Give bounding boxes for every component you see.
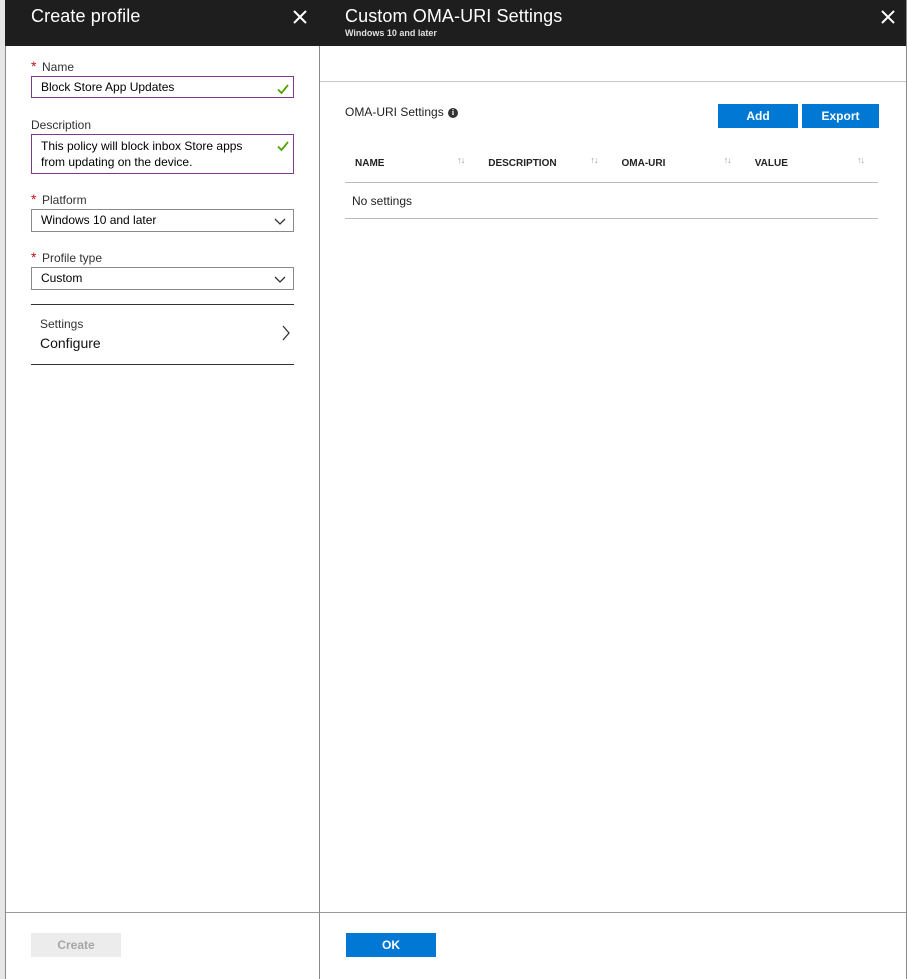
platform-dropdown[interactable]: Windows 10 and later <box>31 209 294 232</box>
column-header-description[interactable]: DESCRIPTION ↑↓ <box>478 144 612 183</box>
name-field-value: Block Store App Updates <box>41 80 175 94</box>
required-marker: * <box>31 249 37 265</box>
create-profile-blade: Create profile * Name Block Store App Up… <box>5 0 320 979</box>
profile-type-value: Custom <box>41 271 83 285</box>
oma-uri-header: Custom OMA-URI Settings Windows 10 and l… <box>320 0 906 46</box>
footer-divider <box>6 912 319 913</box>
command-bar-divider <box>320 81 906 82</box>
required-marker: * <box>31 58 37 74</box>
sort-icon[interactable]: ↑↓ <box>724 155 732 165</box>
description-line-1: This policy will block inbox Store apps <box>41 139 243 153</box>
checkmark-icon <box>277 140 289 152</box>
export-button[interactable]: Export <box>802 104 879 128</box>
settings-label: Settings <box>40 317 84 331</box>
column-header-oma-uri[interactable]: OMA-URI ↑↓ <box>611 144 745 183</box>
close-icon[interactable] <box>289 6 311 28</box>
settings-configure-row[interactable]: Settings Configure <box>31 304 294 365</box>
blade-title: Custom OMA-URI Settings <box>345 6 563 26</box>
chevron-down-icon <box>273 272 287 284</box>
description-field[interactable]: This policy will block inbox Store apps … <box>31 134 294 174</box>
description-label: Description <box>31 118 92 132</box>
create-button[interactable]: Create <box>31 933 121 957</box>
sort-icon[interactable]: ↑↓ <box>857 155 865 165</box>
platform-label: Platform <box>42 193 87 207</box>
table-header-row: NAME ↑↓ DESCRIPTION ↑↓ OMA-URI ↑↓ VALUE ↑↓ <box>345 144 878 183</box>
profile-type-label: Profile type <box>42 251 103 265</box>
platform-value: Windows 10 and later <box>41 213 157 227</box>
info-icon[interactable]: i <box>448 108 458 118</box>
add-button[interactable]: Add <box>718 104 798 128</box>
empty-state-text: No settings <box>345 182 878 219</box>
blade-title: Create profile <box>31 6 141 26</box>
ok-button[interactable]: OK <box>346 933 436 957</box>
sort-icon[interactable]: ↑↓ <box>457 155 465 165</box>
chevron-right-icon <box>280 323 292 343</box>
custom-oma-uri-blade: Custom OMA-URI Settings Windows 10 and l… <box>320 0 907 979</box>
column-header-value[interactable]: VALUE ↑↓ <box>744 144 878 183</box>
required-marker: * <box>31 191 37 207</box>
create-profile-header: Create profile <box>5 0 320 46</box>
settings-value: Configure <box>40 335 101 351</box>
checkmark-icon <box>277 81 289 95</box>
chevron-down-icon <box>273 214 287 226</box>
oma-uri-settings-table: NAME ↑↓ DESCRIPTION ↑↓ OMA-URI ↑↓ VALUE ↑↓ N… <box>345 144 878 219</box>
name-field[interactable]: Block Store App Updates <box>31 76 294 98</box>
table-row: No settings <box>345 182 878 219</box>
name-label: Name <box>42 60 75 74</box>
column-header-name[interactable]: NAME ↑↓ <box>345 144 479 183</box>
close-icon[interactable] <box>877 6 899 28</box>
section-title: OMA-URI Settings <box>345 105 444 119</box>
blade-subtitle: Windows 10 and later <box>345 28 437 38</box>
sort-icon[interactable]: ↑↓ <box>591 155 599 165</box>
description-line-2: from updating on the device. <box>41 155 193 169</box>
profile-type-dropdown[interactable]: Custom <box>31 267 294 290</box>
footer-divider <box>320 912 906 913</box>
